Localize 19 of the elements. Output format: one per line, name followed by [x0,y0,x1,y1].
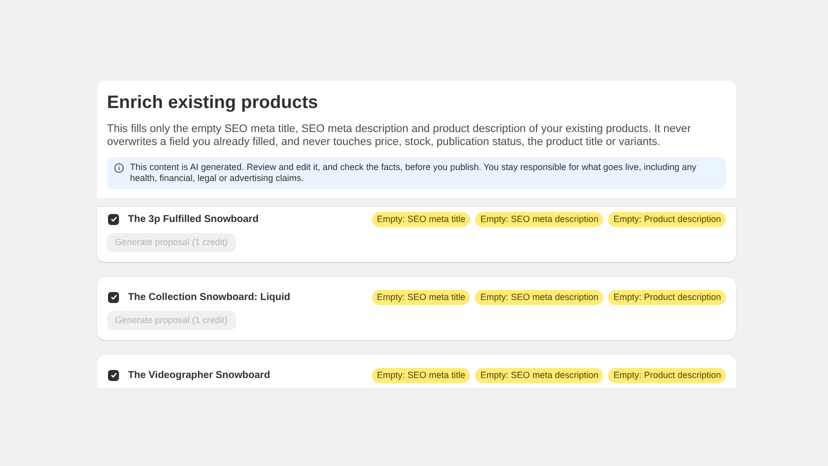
product-title: The 3p Fulfilled Snowboard [128,214,260,224]
status-badge: Empty: Product description [608,290,726,304]
info-icon [114,163,124,173]
page-title: Enrich existing products [107,91,320,113]
status-badge: Empty: SEO meta description [475,368,604,382]
status-badge: Empty: Product description [608,212,726,226]
product-title: The Collection Snowboard: Liquid [128,292,292,302]
status-badge: Empty: SEO meta title [372,212,470,226]
status-badge: Empty: SEO meta title [372,290,470,304]
status-badge: Empty: SEO meta description [475,290,604,304]
description: This fills only the empty SEO meta title, SEO meta description and product description of your existing products. It never overwrites a field you already filled, and never touches price, stock, publication status, the product title or variants. [107,123,692,149]
checkbox[interactable] [108,292,119,302]
status-badge: Empty: SEO meta title [372,368,470,382]
status-badge: Empty: Product description [608,368,726,382]
checkbox[interactable] [108,370,119,380]
product-title: The Videographer Snowboard [128,370,272,380]
checkbox[interactable] [108,214,119,224]
status-badge: Empty: SEO meta description [475,212,604,226]
info-text: This content is AI generated. Review and edit it, and check the facts, before you publish. You stay responsible for what goes live, including any health, financial, legal or advertising claims. [130,162,698,184]
